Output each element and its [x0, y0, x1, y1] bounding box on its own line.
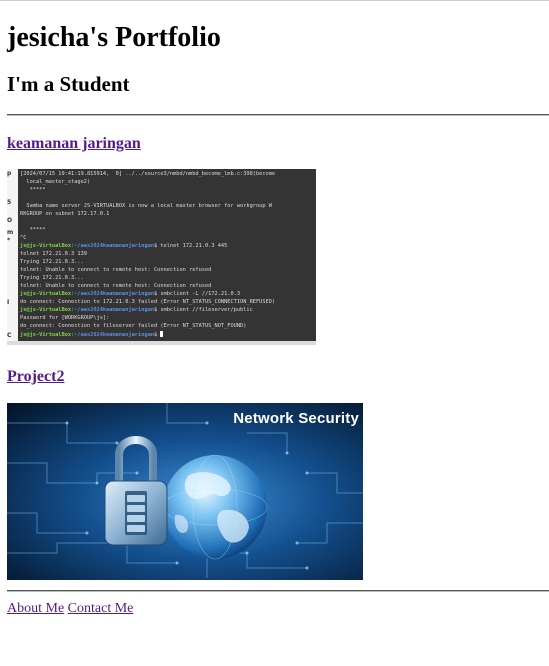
- contact-me-link[interactable]: Contact Me: [68, 601, 134, 616]
- terminal-window: [2024/07/15 19:41:19.815914, 0] ../../so…: [18, 169, 316, 345]
- browser-top-border: [0, 0, 549, 1]
- terminal-line: ^C: [20, 235, 27, 241]
- page-title: jesicha's Portfolio: [7, 22, 221, 53]
- terminal-line: Samba name server JS-VIRTUALBOX is now a…: [20, 203, 272, 209]
- gutter-letter: I: [7, 299, 10, 306]
- image-bottom-strip: [7, 341, 316, 345]
- globe: [162, 454, 268, 560]
- gutter-letter: 5: [7, 199, 12, 206]
- project-image-network-security[interactable]: Network Security: [7, 403, 363, 580]
- terminal-cursor: [160, 331, 164, 337]
- terminal-line: js@js-VirtualBox:~/aas2024keamananjaring…: [20, 291, 240, 298]
- terminal-line: RKGROUP on subnet 172.17.0.1: [20, 211, 110, 217]
- terminal-prompt-user: js@js-VirtualBox: [20, 243, 72, 249]
- network-security-artwork: [7, 403, 363, 580]
- terminal-line: do connect: Connection to 172.21.0.3 fai…: [20, 299, 276, 305]
- terminal-prompt-user: js@js-VirtualBox: [20, 291, 72, 297]
- terminal-command: $ telnet 172.21.0.3 445: [153, 243, 228, 249]
- terminal-prompt-path: :~/aas2024keamananjaringan: [71, 307, 154, 313]
- footer-nav: About Me Contact Me: [7, 600, 133, 618]
- terminal-prompt-user: js@js-VirtualBox: [20, 307, 72, 313]
- terminal-line: telnet 172.21.0.3 139: [20, 251, 87, 257]
- terminal-prompt-path: :~/aas2024keamananjaringan: [71, 332, 154, 338]
- divider-top: [7, 114, 549, 116]
- about-me-link[interactable]: About Me: [7, 601, 64, 616]
- gutter-letter: m: [7, 229, 14, 236]
- gutter-letter: C: [7, 332, 12, 339]
- terminal-prompt-user: js@js-VirtualBox: [20, 332, 72, 338]
- terminal-line: *****: [20, 227, 46, 233]
- project-link-project2[interactable]: Project2: [7, 367, 64, 387]
- document-gutter: p 5 O m * I C: [7, 169, 18, 345]
- banner-title: Network Security: [233, 410, 359, 427]
- terminal-command: $ smbclient -L //172.21.0.3: [153, 291, 241, 297]
- terminal-line: do_connect: Connection to fileserver fai…: [20, 323, 247, 329]
- terminal-prompt-path: :~/aas2024keamananjaringan: [71, 243, 154, 249]
- project-link-keamanan-jaringan[interactable]: keamanan jaringan: [7, 134, 141, 154]
- terminal-line: telnet: Unable to connect to remote host…: [20, 283, 212, 289]
- terminal-line: Trying 172.21.0.3...: [20, 275, 84, 281]
- terminal-line: [2024/07/15 19:41:19.815914, 0] ../../so…: [20, 171, 276, 177]
- terminal-line: js@js-VirtualBox:~/aas2024keamananjaring…: [20, 243, 227, 250]
- terminal-line: telnet: Unable to connect to remote host…: [20, 267, 212, 273]
- terminal-line: local_master_stage2): [20, 179, 91, 185]
- project-image-terminal-screenshot[interactable]: p 5 O m * I C [2024/07/15 19:41:19.81591…: [7, 169, 316, 345]
- gutter-letter: p: [7, 170, 12, 177]
- gutter-letter: O: [7, 217, 13, 224]
- terminal-prompt-path: :~/aas2024keamananjaringan: [71, 291, 154, 297]
- terminal-line: Trying 172.21.0.3...: [20, 259, 84, 265]
- terminal-line: *****: [20, 187, 46, 193]
- gutter-letter: *: [7, 237, 11, 244]
- terminal-line: js@js-VirtualBox:~/aas2024keamananjaring…: [20, 331, 164, 339]
- terminal-command: $ smbclient //fileserver/public: [153, 307, 253, 313]
- page-subtitle: I'm a Student: [7, 72, 130, 96]
- terminal-line: Password for [WORKGROUP\js]:: [20, 315, 110, 321]
- terminal-line: js@js-VirtualBox:~/aas2024keamananjaring…: [20, 307, 253, 314]
- divider-bottom: [7, 590, 549, 592]
